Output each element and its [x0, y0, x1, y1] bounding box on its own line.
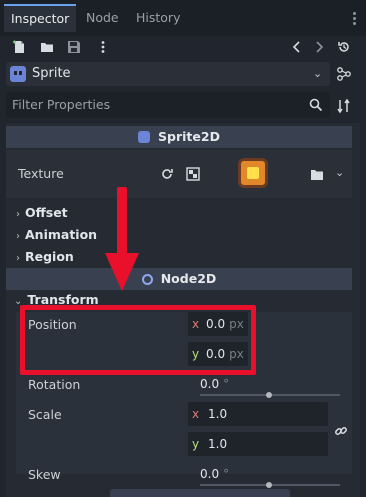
sort-properties-icon[interactable]: [336, 98, 352, 114]
node2d-icon: [141, 274, 153, 285]
node-tools-icon[interactable]: [336, 66, 352, 82]
tab-inspector[interactable]: Inspector: [4, 4, 77, 32]
chevron-down-icon[interactable]: ⌄: [313, 67, 322, 80]
texture-thumbnail[interactable]: [238, 158, 268, 188]
section-node2d[interactable]: Node2D: [6, 268, 352, 290]
forward-icon[interactable]: [312, 40, 326, 54]
group-offset[interactable]: › Offset: [16, 205, 68, 220]
back-icon[interactable]: [290, 40, 304, 54]
annotation-arrow-head: [105, 253, 139, 291]
rotation-label: Rotation: [28, 377, 81, 392]
annotation-arrow: [117, 187, 127, 257]
next-section-header[interactable]: [110, 489, 290, 497]
search-icon: [309, 98, 323, 112]
chevron-down-icon[interactable]: ⌄: [335, 166, 344, 179]
scale-x-field[interactable]: x 1.0: [188, 402, 328, 426]
skew-slider[interactable]: [200, 482, 340, 488]
folder-icon[interactable]: [310, 169, 324, 181]
object-name: Sprite: [32, 66, 71, 81]
save-icon[interactable]: [67, 40, 81, 54]
reload-icon[interactable]: [160, 167, 174, 181]
inspector-toolbar: [0, 36, 366, 60]
checker-icon[interactable]: [186, 167, 200, 181]
filter-properties-input[interactable]: Filter Properties: [6, 92, 330, 118]
skew-label: Skew: [28, 467, 61, 482]
dock-tab-bar: Inspector Node History: [0, 0, 366, 36]
annotation-highlight-box: [20, 305, 256, 375]
object-selector[interactable]: Sprite ⌄: [6, 62, 330, 86]
rotation-slider[interactable]: [200, 392, 340, 398]
history-icon[interactable]: [337, 40, 351, 54]
new-resource-icon[interactable]: [12, 40, 26, 54]
filter-placeholder: Filter Properties: [12, 97, 111, 112]
more-icon[interactable]: [96, 40, 110, 54]
link-icon[interactable]: [334, 424, 348, 438]
rotation-field[interactable]: 0.0 °: [200, 377, 229, 391]
scale-label: Scale: [28, 407, 62, 422]
tab-node[interactable]: Node: [79, 4, 126, 32]
scale-y-field[interactable]: y 1.0: [188, 432, 328, 456]
skew-field[interactable]: 0.0 °: [200, 467, 229, 481]
group-animation[interactable]: › Animation: [16, 227, 97, 242]
section-sprite2d[interactable]: Sprite2D: [6, 126, 352, 148]
sprite2d-icon: [10, 66, 26, 82]
tab-history[interactable]: History: [129, 4, 187, 32]
dock-menu-icon[interactable]: [353, 12, 356, 27]
open-folder-icon[interactable]: [40, 40, 54, 54]
texture-label: Texture: [18, 166, 64, 181]
sprite2d-icon: [138, 131, 151, 143]
group-region[interactable]: › Region: [16, 249, 74, 264]
